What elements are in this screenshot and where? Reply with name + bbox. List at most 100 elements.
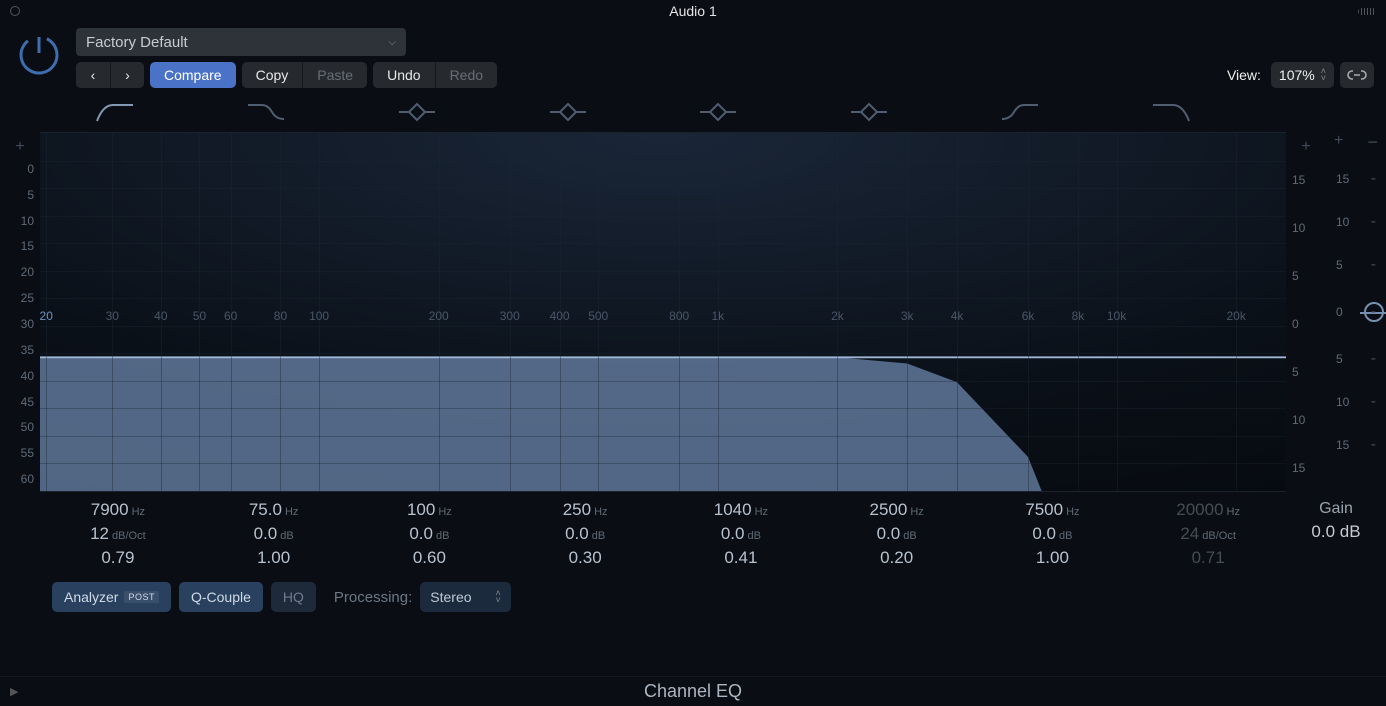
- freq-axis-label: 20k: [1226, 309, 1245, 323]
- analyzer-toggle[interactable]: Analyzer POST: [52, 582, 171, 612]
- band-params-8[interactable]: 20000Hz24dB/Oct0.71: [1130, 500, 1286, 568]
- gain-scale-minus-icon: -: [1371, 256, 1376, 274]
- band-params-1[interactable]: 7900Hz12dB/Oct0.79: [40, 500, 196, 568]
- footer-controls: Analyzer POST Q-Couple HQ Processing: St…: [0, 572, 1386, 622]
- left-scale-tick: 20: [0, 259, 40, 285]
- freq-axis-label: 40: [154, 309, 167, 323]
- gain-scale-minus-icon: -: [1371, 436, 1376, 454]
- band-type-button-3[interactable]: [342, 92, 493, 132]
- left-scale-tick: 15: [0, 234, 40, 260]
- scale-plus-icon[interactable]: +: [1286, 138, 1326, 156]
- band-params-7[interactable]: 7500Hz0.0dB1.00: [975, 500, 1131, 568]
- preset-prev-button[interactable]: ‹: [76, 62, 110, 88]
- freq-axis-label: 60: [224, 309, 237, 323]
- paste-button[interactable]: Paste: [302, 62, 367, 88]
- left-scale-tick: 10: [0, 208, 40, 234]
- freq-axis-label: 10k: [1107, 309, 1126, 323]
- left-scale-tick: 5: [0, 182, 40, 208]
- undo-button[interactable]: Undo: [373, 62, 434, 88]
- eq-main: + 051015202530354045505560 2030405060801…: [0, 92, 1386, 676]
- left-scale-tick: 0: [0, 156, 40, 182]
- band-params-6[interactable]: 2500Hz0.0dB0.20: [819, 500, 975, 568]
- band-params-5[interactable]: 1040Hz0.0dB0.41: [663, 500, 819, 568]
- right-scale-tick: 5: [1286, 252, 1326, 300]
- band-type-button-5[interactable]: [643, 92, 794, 132]
- freq-axis-label: 800: [669, 309, 689, 323]
- band-params-3[interactable]: 100Hz0.0dB0.60: [352, 500, 508, 568]
- freq-axis-label: 80: [274, 309, 287, 323]
- gain-scale-tick: 5: [1336, 258, 1343, 272]
- freq-axis-label: 1k: [711, 309, 724, 323]
- right-scale-tick: 15: [1286, 444, 1326, 492]
- analyzer-mode-badge: POST: [124, 591, 159, 603]
- processing-select[interactable]: Stereo ˄˅: [420, 582, 511, 612]
- freq-axis-label: 20: [40, 309, 53, 323]
- band-params-2[interactable]: 75.0Hz0.0dB1.00: [196, 500, 352, 568]
- band-params-4[interactable]: 250Hz0.0dB0.30: [507, 500, 663, 568]
- gain-scale-tick: 0: [1336, 305, 1343, 319]
- freq-axis-label: 8k: [1072, 309, 1085, 323]
- right-db-scale: + 15105051015: [1286, 132, 1326, 492]
- freq-axis-label: 30: [106, 309, 119, 323]
- right-scale-tick: 0: [1286, 300, 1326, 348]
- freq-axis-label: 200: [429, 309, 449, 323]
- right-scale-tick: 10: [1286, 204, 1326, 252]
- power-button[interactable]: [12, 28, 66, 82]
- gain-scale-minus-icon: -: [1371, 303, 1376, 321]
- left-scale-tick: 45: [0, 389, 40, 415]
- master-gain-scale: + − 15-10-5-0-5-10-15-: [1326, 132, 1386, 492]
- freq-axis-label: 50: [193, 309, 206, 323]
- graph-row: + 051015202530354045505560 2030405060801…: [0, 132, 1386, 492]
- band-type-button-6[interactable]: [794, 92, 945, 132]
- left-scale-tick: 25: [0, 285, 40, 311]
- freq-axis-label: 2k: [831, 309, 844, 323]
- stepper-arrows-icon: ˄˅: [1321, 68, 1326, 82]
- plugin-header: Factory Default ⌵ ‹ › Compare Copy Paste…: [0, 22, 1386, 92]
- band-type-button-2[interactable]: [191, 92, 342, 132]
- freq-axis-label: 400: [550, 309, 570, 323]
- band-type-row: [0, 92, 1386, 132]
- freq-axis-label: 3k: [901, 309, 914, 323]
- q-couple-toggle[interactable]: Q-Couple: [179, 582, 263, 612]
- band-type-button-8[interactable]: [1095, 92, 1246, 132]
- gain-scale-minus-icon: -: [1371, 213, 1376, 231]
- preset-select[interactable]: Factory Default ⌵: [76, 28, 406, 56]
- left-scale-tick: 35: [0, 337, 40, 363]
- redo-button[interactable]: Redo: [435, 62, 497, 88]
- freq-axis-label: 500: [588, 309, 608, 323]
- hq-toggle[interactable]: HQ: [271, 582, 316, 612]
- preset-name: Factory Default: [86, 34, 188, 51]
- right-scale-tick: 10: [1286, 396, 1326, 444]
- band-type-button-1[interactable]: [40, 92, 191, 132]
- right-scale-tick: 15: [1286, 156, 1326, 204]
- eq-graph[interactable]: 2030405060801002003004005008001k2k3k4k6k…: [40, 132, 1286, 492]
- scale-plus-icon[interactable]: +: [0, 138, 40, 156]
- left-scale-tick: 50: [0, 414, 40, 440]
- band-type-button-7[interactable]: [945, 92, 1096, 132]
- titlebar: Audio 1: [0, 0, 1386, 22]
- master-gain-readout[interactable]: Gain0.0 dB: [1286, 500, 1386, 568]
- gain-minus-icon[interactable]: −: [1367, 132, 1378, 153]
- window-grip-icon: [1358, 8, 1376, 15]
- left-scale-tick: 60: [0, 466, 40, 492]
- compare-button[interactable]: Compare: [150, 62, 236, 88]
- gain-scale-tick: 15: [1336, 438, 1349, 452]
- gain-scale-tick: 5: [1336, 352, 1343, 366]
- plugin-footer: ▶ Channel EQ: [0, 676, 1386, 706]
- freq-axis-label: 300: [500, 309, 520, 323]
- gain-plus-icon[interactable]: +: [1334, 132, 1343, 150]
- right-scale-tick: 5: [1286, 348, 1326, 396]
- band-params-row: 7900Hz12dB/Oct0.7975.0Hz0.0dB1.00100Hz0.…: [0, 492, 1386, 572]
- link-icon: [1347, 68, 1367, 82]
- band-type-button-4[interactable]: [492, 92, 643, 132]
- left-scale-tick: 55: [0, 440, 40, 466]
- left-scale-tick: 30: [0, 311, 40, 337]
- view-zoom-stepper[interactable]: 107% ˄˅: [1271, 62, 1334, 88]
- copy-button[interactable]: Copy: [242, 62, 303, 88]
- left-scale-tick: 40: [0, 363, 40, 389]
- preset-next-button[interactable]: ›: [110, 62, 144, 88]
- gain-scale-minus-icon: -: [1371, 350, 1376, 368]
- link-button[interactable]: [1340, 62, 1374, 88]
- disclosure-triangle-icon[interactable]: ▶: [10, 685, 18, 698]
- gain-scale-tick: 10: [1336, 215, 1349, 229]
